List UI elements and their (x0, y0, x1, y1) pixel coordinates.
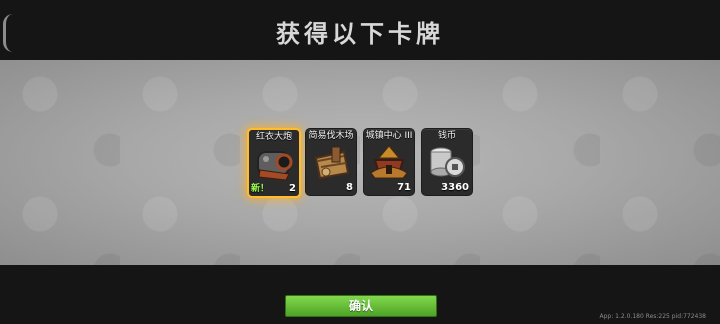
top-bar: 获得以下卡牌 (0, 0, 720, 60)
card-count: 3360 (441, 182, 469, 193)
version-text: App: 1.2.0.180 Res:225 pid:772438 (599, 313, 707, 320)
reward-card-lumber-mill[interactable]: 简易伐木场 8 (305, 128, 357, 196)
reward-card-cannon[interactable]: 红衣大炮 新！ 2 (247, 128, 301, 198)
card-name: 城镇中心 III (365, 131, 413, 141)
reward-card-list: 红衣大炮 新！ 2 简易伐木场 8 城镇中心 III 71 钱币 3360 (247, 128, 479, 198)
reward-card-coins[interactable]: 钱币 3360 (421, 128, 473, 196)
reward-card-town-center[interactable]: 城镇中心 III 71 (363, 128, 415, 196)
card-name: 红衣大炮 (255, 132, 292, 142)
new-badge: 新！ (251, 184, 270, 194)
page-title: 获得以下卡牌 (276, 20, 444, 48)
card-count: 2 (289, 183, 296, 194)
card-count: 8 (346, 182, 353, 193)
coin-stack-icon (430, 147, 465, 177)
town-center-icon (370, 145, 408, 179)
card-count: 71 (397, 182, 411, 193)
cannon-icon (257, 151, 293, 181)
card-name: 钱币 (437, 131, 456, 141)
card-name: 简易伐木场 (308, 131, 354, 141)
lumber-mill-icon (314, 146, 350, 180)
confirm-button[interactable]: 确认 (285, 295, 437, 317)
